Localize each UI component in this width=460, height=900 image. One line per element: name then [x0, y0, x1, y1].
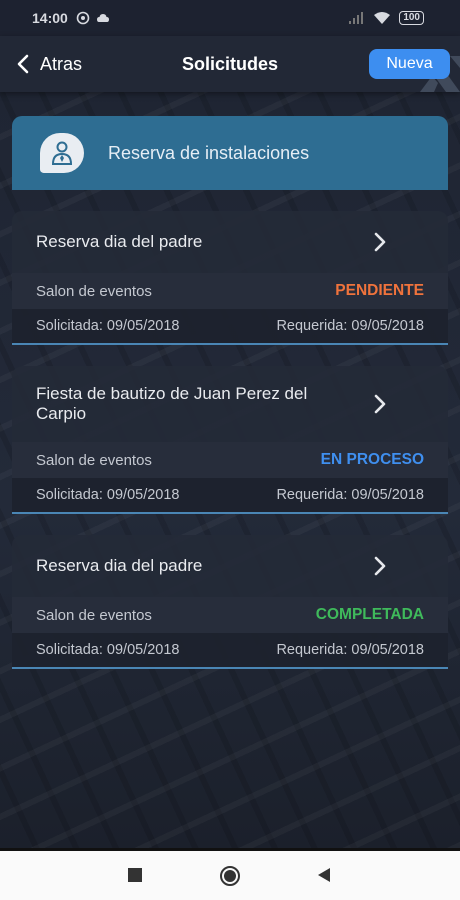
requested-date: Solicitada: 09/05/2018: [36, 318, 180, 334]
chevron-right-icon: [374, 232, 386, 252]
required-date: Requerida: 09/05/2018: [276, 318, 424, 334]
required-date: Requerida: 09/05/2018: [276, 487, 424, 503]
back-label: Atras: [40, 53, 83, 74]
battery-icon: 100: [399, 11, 424, 25]
cloud-icon: [96, 14, 109, 22]
wifi-icon: [374, 12, 391, 24]
request-card[interactable]: Fiesta de bautizo de Juan Perez del Carp…: [12, 366, 448, 514]
request-place: Salon de eventos: [36, 282, 152, 300]
chevron-right-icon: [374, 556, 386, 576]
user-badge-icon: [40, 133, 84, 173]
system-icons: 100: [349, 11, 424, 25]
request-place-row: Salon de eventos EN PROCESO: [12, 442, 448, 478]
category-banner[interactable]: Reserva de instalaciones: [12, 116, 448, 190]
required-date: Requerida: 09/05/2018: [276, 642, 424, 658]
request-name: Reserva dia del padre: [36, 232, 203, 251]
at-icon: [76, 11, 90, 25]
app-bar: Atras Solicitudes Nueva: [0, 36, 460, 92]
request-header: Reserva dia del padre: [12, 211, 448, 273]
request-place: Salon de eventos: [36, 451, 152, 469]
status-badge: EN PROCESO: [320, 451, 424, 468]
requested-date: Solicitada: 09/05/2018: [36, 642, 180, 658]
home-icon[interactable]: [219, 865, 241, 887]
status-badge: COMPLETADA: [315, 606, 424, 623]
chevron-left-icon: [17, 54, 29, 74]
request-place-row: Salon de eventos PENDIENTE: [12, 273, 448, 309]
status-time: 14:00: [32, 10, 68, 26]
new-request-button[interactable]: Nueva: [369, 49, 450, 79]
status-badge: PENDIENTE: [335, 282, 424, 299]
chevron-right-icon: [374, 394, 386, 414]
request-card[interactable]: Reserva dia del padre Salon de eventos P…: [12, 211, 448, 345]
status-bar: 14:00 100: [0, 0, 460, 36]
request-name: Reserva dia del padre: [36, 556, 203, 575]
requested-date: Solicitada: 09/05/2018: [36, 487, 180, 503]
request-name: Fiesta de bautizo de Juan Perez del Carp…: [36, 384, 308, 423]
banner-label: Reserva de instalaciones: [108, 142, 310, 163]
back-nav-icon[interactable]: [316, 867, 332, 883]
request-header: Reserva dia del padre: [12, 535, 448, 597]
request-dates-row: Solicitada: 09/05/2018 Requerida: 09/05/…: [12, 478, 448, 512]
request-place: Salon de eventos: [36, 606, 152, 624]
request-card[interactable]: Reserva dia del padre Salon de eventos C…: [12, 535, 448, 669]
request-dates-row: Solicitada: 09/05/2018 Requerida: 09/05/…: [12, 633, 448, 667]
request-dates-row: Solicitada: 09/05/2018 Requerida: 09/05/…: [12, 309, 448, 343]
back-button[interactable]: Atras: [16, 54, 82, 75]
request-place-row: Salon de eventos COMPLETADA: [12, 597, 448, 633]
recents-icon[interactable]: [127, 867, 143, 883]
system-navigation-bar: [0, 848, 460, 900]
request-header: Fiesta de bautizo de Juan Perez del Carp…: [12, 366, 448, 442]
notification-icons: [76, 11, 110, 25]
signal-icon: [349, 12, 364, 24]
